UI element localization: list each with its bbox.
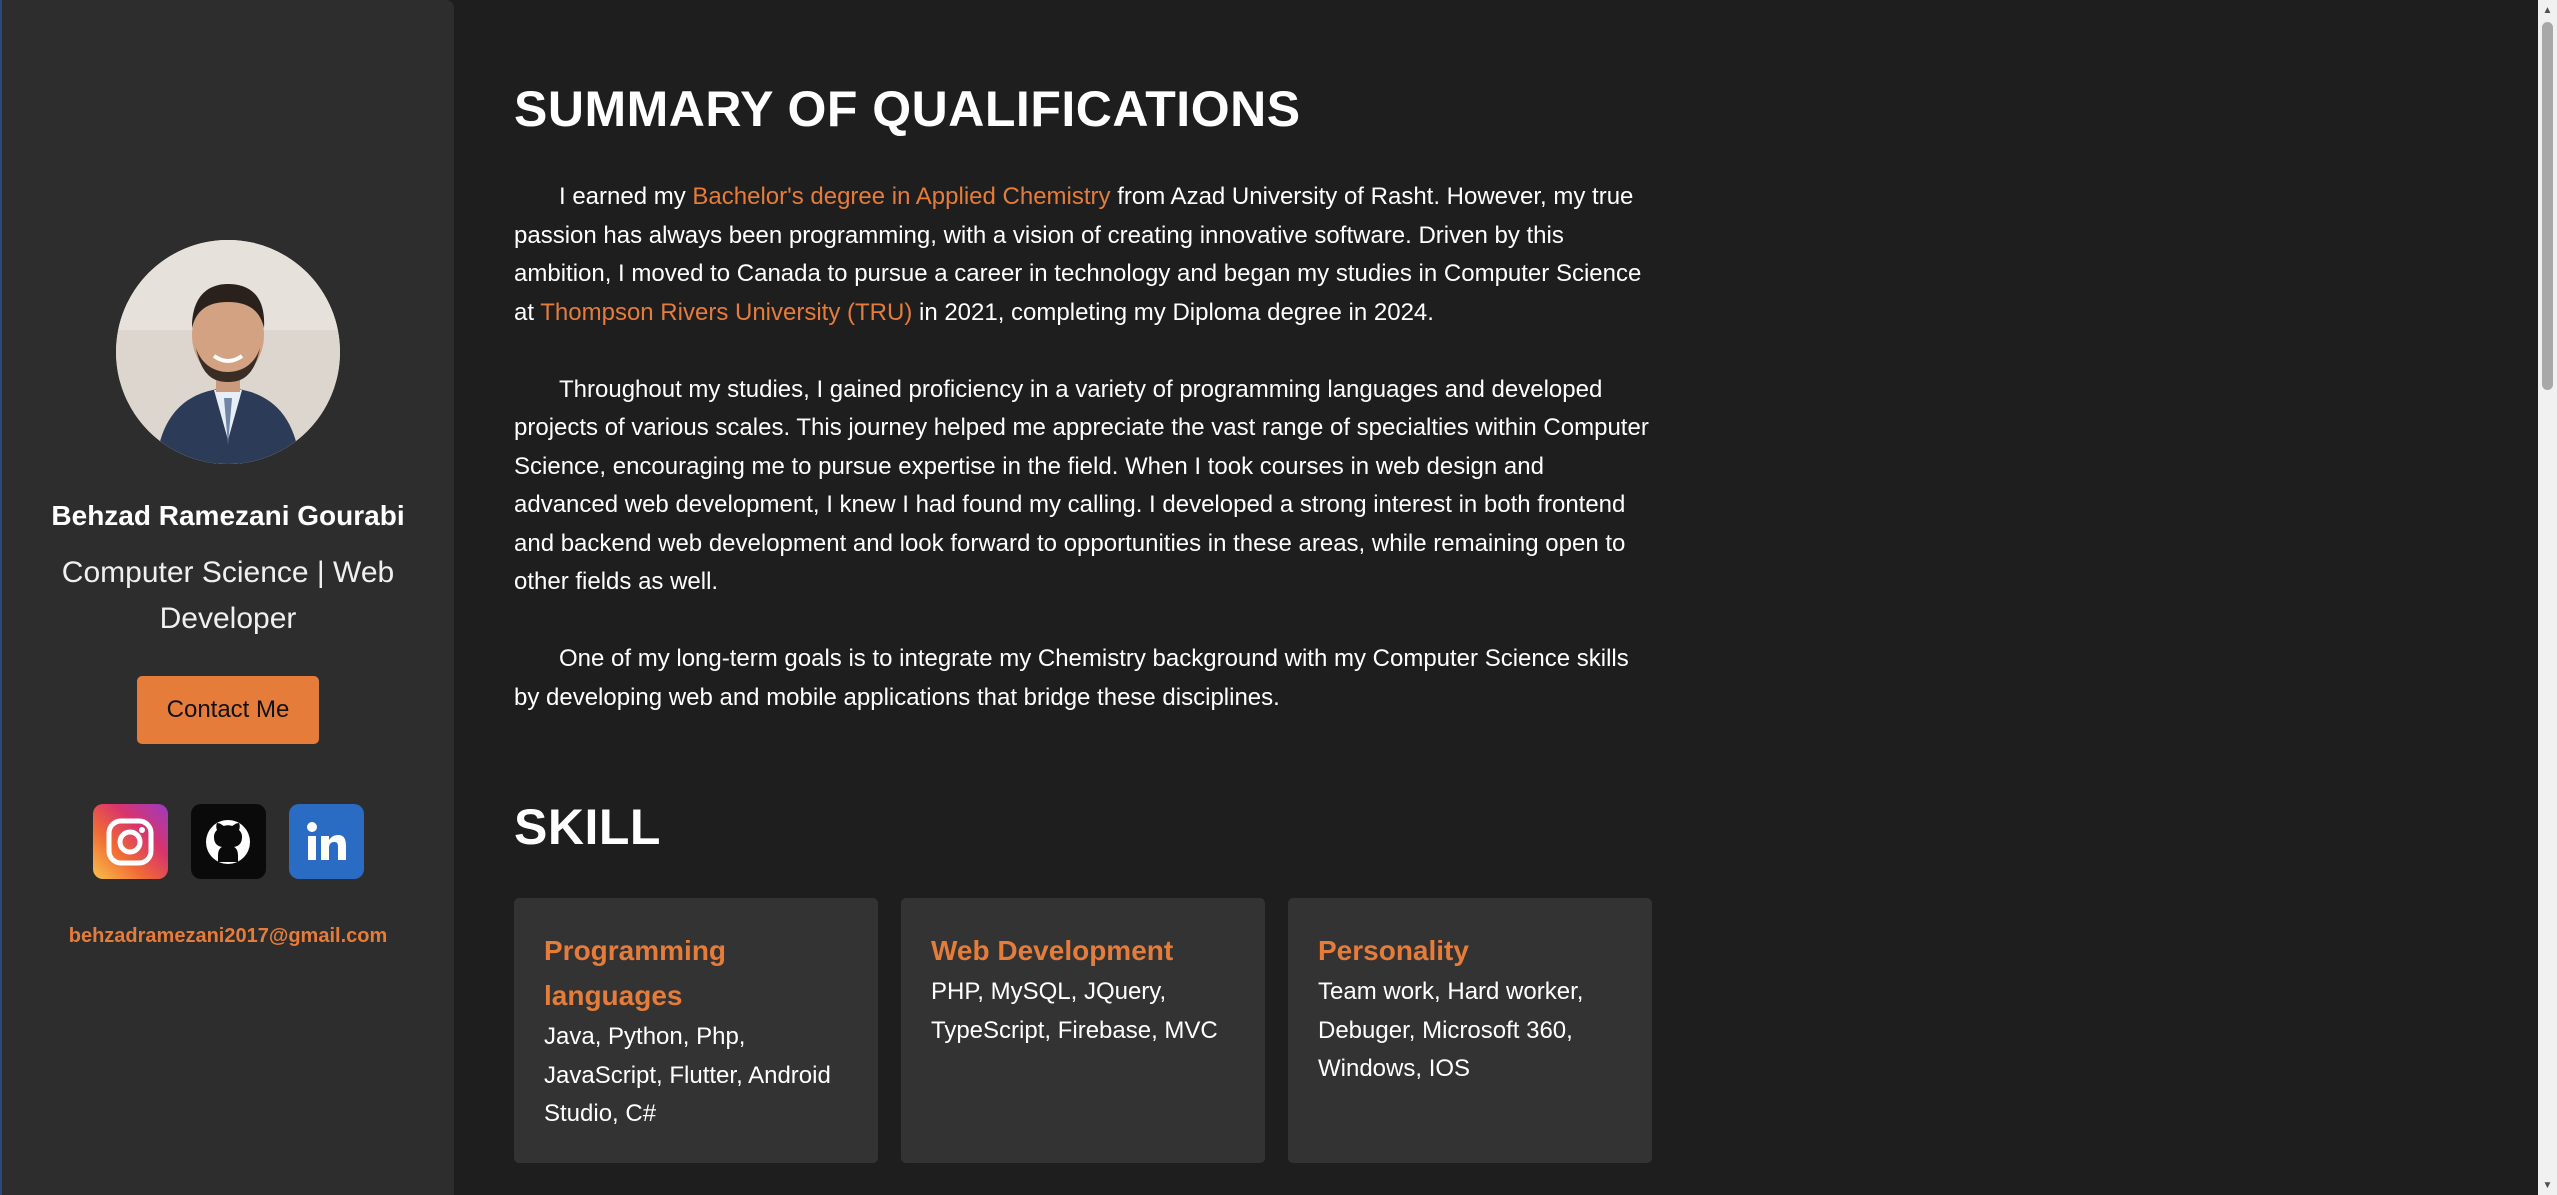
tru-link[interactable]: Thompson Rivers University (TRU)	[540, 299, 912, 326]
summary-paragraph-2: Throughout my studies, I gained proficie…	[514, 375, 1649, 596]
skill-card-text: Team work, Hard worker, Debuger, Microso…	[1318, 978, 1584, 1082]
skill-card-text: Java, Python, Php, JavaScript, Flutter, …	[544, 1023, 831, 1127]
contact-me-button[interactable]: Contact Me	[137, 676, 319, 744]
github-icon[interactable]	[190, 804, 266, 879]
chemistry-degree-link[interactable]: Bachelor's degree in Applied Chemistry	[692, 183, 1110, 210]
scroll-up-icon[interactable]: ▲	[2538, 0, 2557, 20]
skill-heading: SKILL	[514, 799, 661, 855]
skill-cards: Programming languages Java, Python, Php,…	[514, 898, 1652, 1163]
summary-heading: SUMMARY OF QUALIFICATIONS	[514, 81, 1301, 137]
linkedin-icon[interactable]	[288, 804, 364, 879]
skill-card-programming: Programming languages Java, Python, Php,…	[514, 898, 878, 1163]
skill-card-text: PHP, MySQL, JQuery, TypeScript, Firebase…	[931, 978, 1218, 1044]
instagram-icon[interactable]	[92, 804, 168, 879]
skill-card-web-development: Web Development PHP, MySQL, JQuery, Type…	[901, 898, 1265, 1163]
profile-avatar	[116, 240, 340, 464]
skill-card-title: Personality	[1318, 935, 1469, 966]
skill-card-personality: Personality Team work, Hard worker, Debu…	[1288, 898, 1652, 1163]
skill-card-title: Web Development	[931, 935, 1174, 966]
summary-text: I earned my	[559, 183, 693, 210]
profile-sidebar: Behzad Ramezani Gourabi Computer Science…	[2, 0, 454, 1195]
scrollbar-thumb[interactable]	[2542, 22, 2553, 390]
profile-role: Computer Science | Web Developer	[61, 556, 395, 635]
summary-paragraph-3: One of my long-term goals is to integrat…	[514, 645, 1629, 711]
page: Behzad Ramezani Gourabi Computer Science…	[0, 0, 2557, 1195]
profile-name: Behzad Ramezani Gourabi	[51, 500, 405, 531]
email-link[interactable]: behzadramezani2017@gmail.com	[69, 925, 388, 948]
scroll-down-icon[interactable]: ▼	[2538, 1175, 2557, 1195]
summary-body: I earned my Bachelor's degree in Applied…	[514, 178, 1654, 756]
profile-photo-icon	[116, 240, 340, 464]
skill-card-title: Programming languages	[544, 935, 727, 1011]
summary-text: in 2021, completing my Diploma degree in…	[912, 298, 1434, 326]
vertical-scrollbar[interactable]: ▲ ▼	[2538, 0, 2557, 1195]
social-links	[92, 804, 364, 879]
summary-paragraph-1: I earned my Bachelor's degree in Applied…	[514, 178, 1654, 332]
